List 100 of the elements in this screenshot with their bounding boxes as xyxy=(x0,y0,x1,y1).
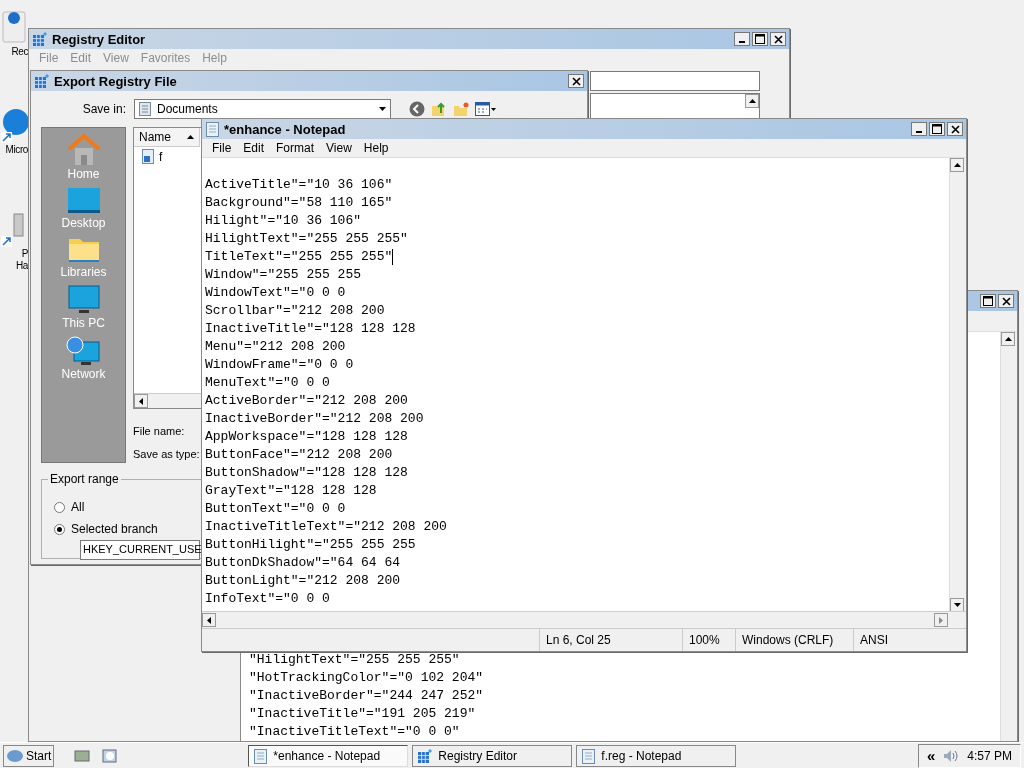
scroll-up-button[interactable] xyxy=(745,94,759,108)
browser-icon xyxy=(102,748,119,763)
save-in-dropdown[interactable]: Documents xyxy=(134,99,391,119)
text-line: Background"="58 110 165" xyxy=(205,194,393,212)
close-button[interactable] xyxy=(770,32,786,46)
menu-item[interactable]: View xyxy=(320,141,358,155)
status-text: Windows (CRLF) xyxy=(735,629,853,651)
clock: 4:57 PM xyxy=(967,748,1012,763)
text-line: InactiveBorder"="212 208 200 xyxy=(205,410,424,428)
speaker-icon[interactable] xyxy=(943,748,960,763)
new-folder-icon[interactable] xyxy=(453,101,469,117)
tray-chevron[interactable]: « xyxy=(926,747,936,764)
view-menu-icon[interactable] xyxy=(475,101,497,117)
taskbar-button[interactable]: *enhance - Notepad xyxy=(248,744,409,767)
start-button[interactable]: Start xyxy=(3,744,55,767)
text-line: GrayText"="128 128 128 xyxy=(205,482,377,500)
column-header[interactable]: Name xyxy=(134,128,200,147)
branch-field[interactable]: HKEY_CURRENT_USE xyxy=(80,540,200,560)
minimize-button[interactable] xyxy=(911,122,927,136)
group-title: Export range xyxy=(48,472,121,486)
up-arrow-icon xyxy=(1004,337,1012,341)
house-icon xyxy=(66,134,101,166)
text-line: ButtonFace"="212 208 200 xyxy=(205,446,393,464)
menu-item[interactable]: Format xyxy=(270,141,321,155)
close-button[interactable] xyxy=(947,122,963,136)
notepad-icon xyxy=(205,121,220,137)
text-line: ButtonShadow"="128 128 128 xyxy=(205,464,408,482)
text-line: ButtonText"="0 0 0 xyxy=(205,500,346,518)
maximize-icon xyxy=(755,34,765,44)
status-text: ANSI xyxy=(853,629,966,651)
status-text: Ln 6, Col 25 xyxy=(539,629,682,651)
taskbar-button[interactable]: f.reg - Notepad xyxy=(576,744,737,767)
desktop-icon-label[interactable]: Micro xyxy=(5,144,28,156)
minimize-button[interactable] xyxy=(734,32,750,46)
notepad-icon xyxy=(253,747,269,764)
maximize-button[interactable] xyxy=(980,294,996,308)
up-arrow-icon xyxy=(748,99,756,103)
close-icon xyxy=(571,76,581,86)
right-arrow-icon xyxy=(939,616,943,624)
monitor-icon xyxy=(66,187,101,215)
radio-option[interactable]: All xyxy=(54,496,85,518)
left-arrow-icon xyxy=(207,616,211,624)
text-line: Scrollbar"="212 208 200 xyxy=(205,302,385,320)
registry-file-entry[interactable]: f xyxy=(134,147,171,166)
text-line: ActiveTitle"="10 36 106" xyxy=(205,176,393,194)
text-line: "InactiveTitleText"="0 0 0" xyxy=(249,723,460,741)
notepad-icon xyxy=(581,747,597,764)
text-line: Hilight"="10 36 106" xyxy=(205,212,362,230)
scroll-down-button[interactable] xyxy=(950,598,964,612)
menu-item[interactable]: Edit xyxy=(237,141,271,155)
start-icon xyxy=(6,748,24,763)
document-icon xyxy=(139,102,151,116)
monitor-icon xyxy=(67,285,100,315)
scroll-up-button[interactable] xyxy=(1001,332,1015,346)
folder-up-icon[interactable] xyxy=(431,101,447,117)
menu-item[interactable]: Help xyxy=(357,141,395,155)
desktop-icon-label[interactable]: Rec xyxy=(11,46,28,58)
desktop-icon-label[interactable]: P xyxy=(21,248,28,260)
up-arrow-icon xyxy=(953,163,961,167)
text-line: ButtonLight"="212 208 200 xyxy=(205,572,401,590)
minimize-icon xyxy=(916,131,922,133)
text-line: InactiveTitleText"="212 208 200 xyxy=(205,518,447,536)
window-title: Registry Editor xyxy=(52,31,147,47)
close-button[interactable] xyxy=(568,74,584,88)
save-as-type-label: Save as type: xyxy=(133,448,200,460)
taskbar-button[interactable]: Registry Editor xyxy=(412,744,573,767)
text-line: InactiveTitle"="128 128 128 xyxy=(205,320,416,338)
maximize-button[interactable] xyxy=(929,122,945,136)
desktop-icon-label[interactable]: Ha xyxy=(16,260,28,272)
text-line: Window"="255 255 255 xyxy=(205,266,362,284)
globe-monitor-icon xyxy=(66,336,101,366)
back-icon[interactable] xyxy=(409,101,425,117)
close-button[interactable] xyxy=(998,294,1014,308)
scroll-left-button[interactable] xyxy=(202,613,216,627)
left-arrow-icon xyxy=(139,397,143,405)
dropdown-arrow-icon xyxy=(379,107,386,111)
text-line: TitleText"="255 255 255" xyxy=(205,248,394,266)
close-icon xyxy=(1001,296,1011,306)
save-in-label: Save in: xyxy=(81,102,126,116)
scroll-left-button[interactable] xyxy=(134,394,148,408)
maximize-button[interactable] xyxy=(752,32,768,46)
text-line: "InactiveBorder"="244 247 252" xyxy=(249,687,484,705)
scroll-up-button[interactable] xyxy=(950,158,964,172)
registry-file-icon xyxy=(142,149,155,164)
sort-arrow-icon xyxy=(187,135,194,139)
folder-icon xyxy=(67,236,100,264)
maximize-icon xyxy=(932,124,942,134)
radio-option[interactable]: Selected branch xyxy=(54,518,158,540)
desktop-icon xyxy=(74,748,91,763)
menu-item[interactable]: File xyxy=(206,141,238,155)
minimize-icon xyxy=(739,41,745,43)
text-line: ButtonDkShadow"="64 64 64 xyxy=(205,554,401,572)
text-line: HilightText"="255 255 255" xyxy=(205,230,408,248)
address-field[interactable] xyxy=(590,71,760,91)
text-line: "InactiveTitle"="191 205 219" xyxy=(249,705,476,723)
browser-icon xyxy=(0,108,28,144)
text-line: "HotTrackingColor"="0 102 204" xyxy=(249,669,484,687)
text-line: AppWorkspace"="128 128 128 xyxy=(205,428,408,446)
text-line: Menu"="212 208 200 xyxy=(205,338,346,356)
text-line: ActiveBorder"="212 208 200 xyxy=(205,392,408,410)
